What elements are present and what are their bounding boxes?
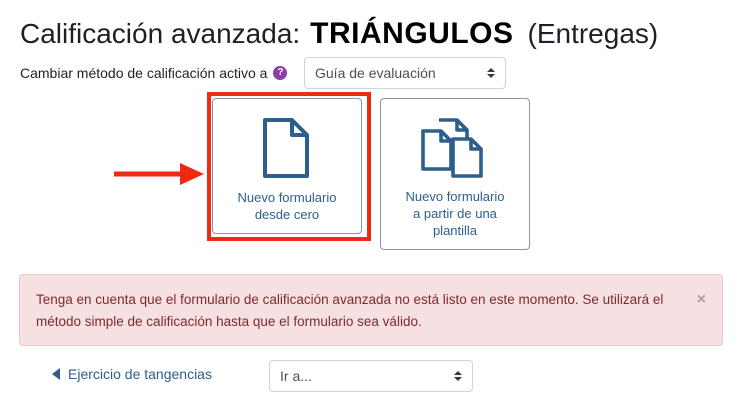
previous-activity-label: Ejercicio de tangencias — [68, 366, 212, 382]
jump-to-selected: Ir a... — [280, 368, 312, 384]
grading-method-select[interactable]: Guía de evaluación — [304, 57, 506, 89]
page-heading: Calificación avanzada: TRIÁNGULOS (Entrega… — [20, 14, 658, 59]
select-arrows-icon — [487, 68, 495, 78]
advanced-grading-page: Calificación avanzada: TRIÁNGULOS (Entrega… — [0, 0, 741, 403]
previous-activity-link[interactable]: Ejercicio de tangencias — [52, 366, 212, 382]
heading-prefix: Calificación avanzada: — [20, 18, 301, 49]
heading-suffix: (Entregas) — [527, 18, 659, 49]
documents-copy-icon — [421, 118, 483, 178]
close-icon[interactable]: × — [697, 291, 706, 309]
grading-method-row: Cambiar método de calificación activo a … — [20, 57, 288, 89]
new-form-from-template-button[interactable]: Nuevo formulario a partir de una plantil… — [380, 98, 530, 250]
select-arrows-icon — [454, 371, 462, 381]
jump-to-select[interactable]: Ir a... — [269, 360, 473, 392]
alert-message: Tenga en cuenta que el formulario de cal… — [36, 292, 664, 329]
label-line-1: Nuevo formulario — [405, 189, 505, 204]
activity-name: TRIÁNGULOS — [310, 17, 514, 50]
annotation-arrow-icon — [114, 163, 204, 185]
annotation-highlight-box — [207, 92, 371, 241]
label-line-2: a partir de una — [413, 206, 497, 221]
grading-method-selected: Guía de evaluación — [315, 65, 436, 81]
label-line-3: plantilla — [432, 223, 478, 238]
form-not-ready-alert: Tenga en cuenta que el formulario de cal… — [19, 274, 723, 346]
caret-left-icon — [52, 368, 60, 380]
grading-method-label: Cambiar método de calificación activo a — [20, 65, 268, 81]
help-question-icon[interactable]: ? — [273, 66, 288, 80]
new-form-from-template-label: Nuevo formulario a partir de una plantil… — [381, 188, 529, 239]
